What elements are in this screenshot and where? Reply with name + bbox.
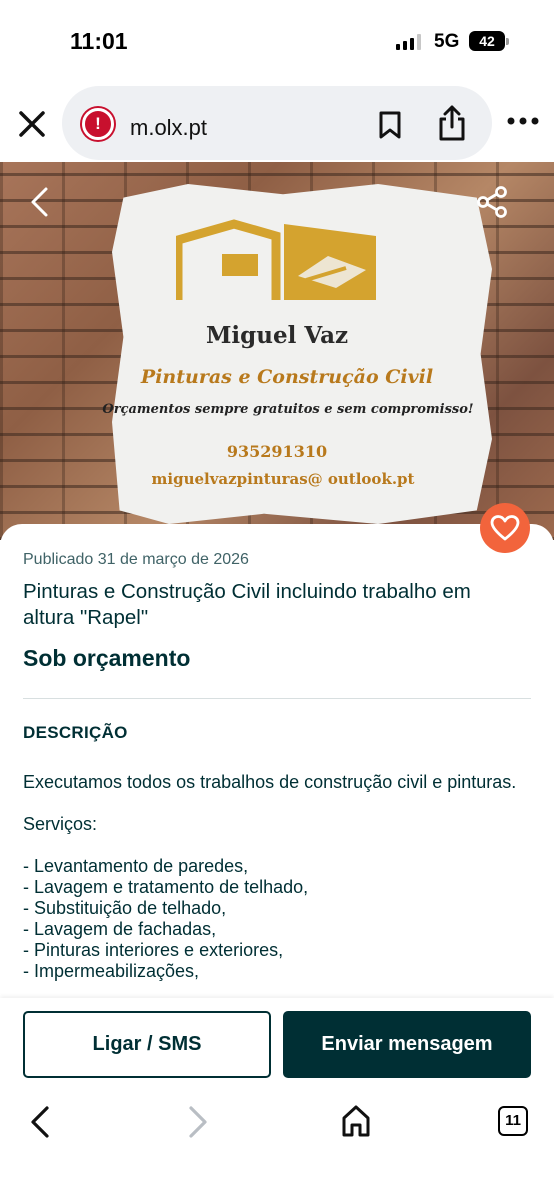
back-arrow-icon[interactable] bbox=[22, 184, 58, 220]
share-icon[interactable] bbox=[474, 184, 510, 220]
favorite-button[interactable] bbox=[480, 503, 530, 553]
url-text: m.olx.pt bbox=[130, 115, 208, 140]
send-message-button[interactable]: Enviar mensagem bbox=[283, 1011, 531, 1078]
sign-email: miguelvazpinturas@ outlook.pt bbox=[151, 470, 415, 488]
call-sms-button[interactable]: Ligar / SMS bbox=[23, 1011, 271, 1078]
bookmark-icon[interactable] bbox=[376, 110, 404, 140]
list-item: - Pinturas interiores e exteriores, bbox=[23, 940, 284, 960]
sign-tagline: Orçamentos sempre gratuitos e sem compro… bbox=[102, 402, 474, 417]
description-heading: DESCRIÇÃO bbox=[23, 723, 128, 742]
tabs-count-button[interactable]: 11 bbox=[498, 1106, 528, 1136]
divider bbox=[23, 698, 531, 699]
list-item: - Lavagem e tratamento de telhado, bbox=[23, 877, 309, 897]
list-item: - Lavagem de fachadas, bbox=[23, 919, 217, 939]
browser-toolbar: 11 bbox=[0, 1088, 554, 1200]
action-bar: Ligar / SMS Enviar mensagem bbox=[0, 998, 554, 1088]
back-icon[interactable] bbox=[26, 1104, 54, 1140]
sign-subtitle: Pinturas e Construção Civil bbox=[140, 366, 434, 388]
security-warning-icon[interactable]: ! bbox=[82, 108, 114, 140]
forward-icon[interactable] bbox=[184, 1104, 212, 1140]
browser-address-bar: ! m.olx.pt bbox=[0, 80, 554, 162]
network-type: 5G bbox=[434, 31, 460, 52]
description: Executamos todos os trabalhos de constru… bbox=[23, 772, 523, 982]
list-item: - Substituição de telhado, bbox=[23, 898, 227, 918]
heart-icon bbox=[490, 515, 520, 541]
services-label: Serviços: bbox=[23, 814, 98, 834]
listing-title: Pinturas e Construção Civil incluindo tr… bbox=[23, 580, 471, 629]
share-icon[interactable] bbox=[436, 104, 468, 142]
more-options-icon[interactable] bbox=[506, 116, 540, 126]
status-time: 11:01 bbox=[70, 28, 128, 54]
signal-icon bbox=[396, 34, 421, 50]
sign-name: Miguel Vaz bbox=[205, 322, 349, 349]
sign-phone: 935291310 bbox=[226, 442, 328, 461]
list-item: - Levantamento de paredes, bbox=[23, 856, 249, 876]
close-icon[interactable] bbox=[16, 108, 48, 140]
list-item: - Impermeabilizações, bbox=[23, 961, 200, 981]
listing-price: Sob orçamento bbox=[23, 645, 191, 671]
battery-icon: 42 bbox=[469, 31, 509, 51]
services-list: - Levantamento de paredes, - Lavagem e t… bbox=[23, 856, 523, 982]
published-date: Publicado 31 de março de 2026 bbox=[23, 551, 249, 568]
listing-details: Publicado 31 de março de 2026 Pinturas e… bbox=[0, 524, 554, 1000]
description-intro: Executamos todos os trabalhos de constru… bbox=[23, 772, 517, 792]
listing-image[interactable]: Miguel Vaz Pinturas e Construção Civil O… bbox=[0, 162, 554, 540]
home-icon[interactable] bbox=[340, 1104, 372, 1138]
status-bar: 11:01 5G 42 bbox=[0, 0, 554, 80]
house-logo bbox=[176, 219, 376, 300]
url-field[interactable]: ! m.olx.pt bbox=[62, 86, 492, 160]
